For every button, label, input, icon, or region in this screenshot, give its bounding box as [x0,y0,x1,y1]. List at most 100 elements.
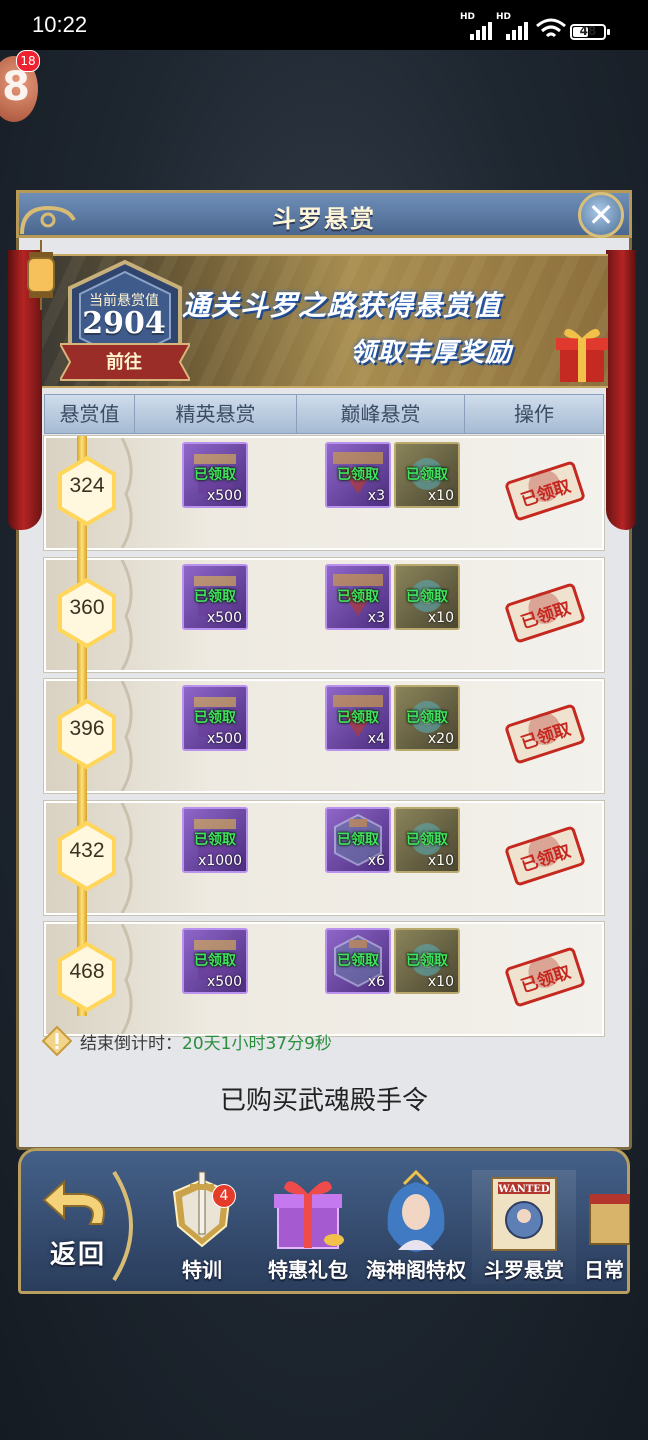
table-header: 悬赏值 精英悬赏 巅峰悬赏 操作 [44,394,604,434]
peak-reward-item[interactable]: 已领取 x3 [325,564,391,630]
reward-quantity: x500 [206,731,242,747]
claimed-stamp[interactable]: 已领取 [501,940,588,1014]
countdown-label: 结束倒计时： [80,1033,182,1054]
table-row: 已领取 x500 已领取 x3 已领取 x10 已领取 [44,558,604,672]
clock: 10:22 [32,12,88,37]
claimed-stamp[interactable]: 已领取 [501,576,588,650]
reward-quantity: x500 [206,610,242,626]
nav-daily[interactable]: 日常 [580,1170,630,1284]
countdown-value: 20天1小时37分9秒 [182,1033,332,1054]
reward-quantity: x3 [367,610,385,626]
reward-quantity: x6 [367,853,385,869]
elite-reward-item[interactable]: 已领取 x1000 [182,807,248,873]
nav-douluo-bounty[interactable]: WANTED 斗罗悬赏 [472,1170,576,1284]
peak-reward-item[interactable]: 已领取 x3 [325,442,391,508]
header-peak: 巅峰悬赏 [297,395,465,433]
reward-quantity: x3 [367,488,385,504]
reward-quantity: x500 [206,974,242,990]
countdown: 结束倒计时： 20天1小时37分9秒 [42,1026,332,1056]
claimed-stamp[interactable]: 已领取 [501,697,588,771]
peak-reward-item-2[interactable]: 已领取 x10 [394,928,460,994]
bounty-value: 468 [69,960,105,983]
reward-quantity: x20 [427,731,454,747]
claimed-label: 已领取 [337,467,379,483]
reward-quantity: x10 [427,610,454,626]
bounty-value-marker: 432 [48,811,126,911]
peak-reward-item-2[interactable]: 已领取 x10 [394,564,460,630]
elite-reward-item[interactable]: 已领取 x500 [182,442,248,508]
battery-icon: 48 [570,24,610,40]
lantern-icon [27,240,55,310]
claimed-label: 已领取 [194,953,236,969]
close-icon: ✕ [587,196,615,234]
claimed-label: 已领取 [194,832,236,848]
claimed-label: 已领取 [194,467,236,483]
warning-icon [42,1026,72,1056]
elite-reward-item[interactable]: 已领取 x500 [182,685,248,751]
header-elite: 精英悬赏 [135,395,297,433]
peak-reward-item[interactable]: 已领取 x6 [325,928,391,994]
bounty-value-marker: 360 [48,568,126,668]
claimed-label: 已领取 [194,589,236,605]
sword-shield-icon [172,1171,232,1248]
peak-reward-item-2[interactable]: 已领取 x20 [394,685,460,751]
reward-quantity: x500 [206,488,242,504]
sea-god-portrait-icon [387,1170,445,1252]
wifi-icon [536,18,566,38]
close-button[interactable]: ✕ [578,192,624,238]
current-bounty-value: 2904 [82,306,166,341]
nav-training[interactable]: 4 特训 [150,1170,254,1284]
panel-header: 斗罗悬赏 [16,190,632,238]
banner-line1: 通关斗罗之路获得悬赏值 [182,289,502,322]
claimed-label: 已领取 [194,710,236,726]
goto-button[interactable]: 前往 [86,348,162,374]
ornament-icon [20,205,76,235]
claimed-label: 已领取 [337,710,379,726]
training-badge: 4 [212,1184,236,1208]
peak-reward-item-2[interactable]: 已领取 x10 [394,807,460,873]
bounty-value: 360 [69,596,105,619]
reward-quantity: x4 [367,731,385,747]
curtain-right [606,250,636,530]
notification-badge: 18 [16,50,40,72]
reward-quantity: x1000 [198,853,242,869]
cell-signal-icon-2: HD [496,12,538,40]
claimed-label: 已领取 [406,589,448,605]
table-row: 已领取 x1000 已领取 x6 已领取 x10 已领取 [44,801,604,915]
claimed-stamp[interactable]: 已领取 [501,819,588,893]
banner-line2: 领取丰厚奖励 [350,338,513,368]
peak-reward-item[interactable]: 已领取 x4 [325,685,391,751]
gift-box-icon [556,328,608,382]
purchased-status: 已购买武魂殿手令 [219,1086,428,1116]
elite-reward-item[interactable]: 已领取 x500 [182,564,248,630]
header-action: 操作 [514,402,554,426]
claimed-label: 已领取 [406,832,448,848]
bounty-value: 432 [69,839,105,862]
floating-assistant-button[interactable]: 8 18 [0,50,40,122]
claimed-label: 已领取 [406,467,448,483]
daily-icon [589,1194,630,1245]
svg-text:WANTED: WANTED [497,1184,550,1195]
bounty-value-marker: 396 [48,689,126,789]
claimed-label: 已领取 [406,710,448,726]
claimed-label: 已领取 [337,953,379,969]
claimed-label: 已领取 [337,832,379,848]
table-row: 已领取 x500 已领取 x3 已领取 x10 已领取 [44,436,604,550]
nav-special-pack[interactable]: 特惠礼包 [256,1170,360,1284]
header-bounty-value: 悬赏值 [45,395,135,433]
nav-sea-god-privilege[interactable]: 海神阁特权 [364,1170,468,1284]
peak-reward-item[interactable]: 已领取 x6 [325,807,391,873]
panel-title: 斗罗悬赏 [272,204,376,233]
table-row: 已领取 x500 已领取 x4 已领取 x20 已领取 [44,679,604,793]
gift-pack-icon [274,1181,344,1249]
claimed-label: 已领取 [337,589,379,605]
table-row: 已领取 x500 已领取 x6 已领取 x10 已领取 [44,922,604,1036]
claimed-stamp[interactable]: 已领取 [501,454,588,528]
status-bar: 10:22 HD HD 48 [0,0,648,50]
reward-quantity: x6 [367,974,385,990]
peak-reward-item-2[interactable]: 已领取 x10 [394,442,460,508]
reward-quantity: x10 [427,488,454,504]
bounty-value: 324 [69,474,105,497]
reward-quantity: x10 [427,853,454,869]
elite-reward-item[interactable]: 已领取 x500 [182,928,248,994]
